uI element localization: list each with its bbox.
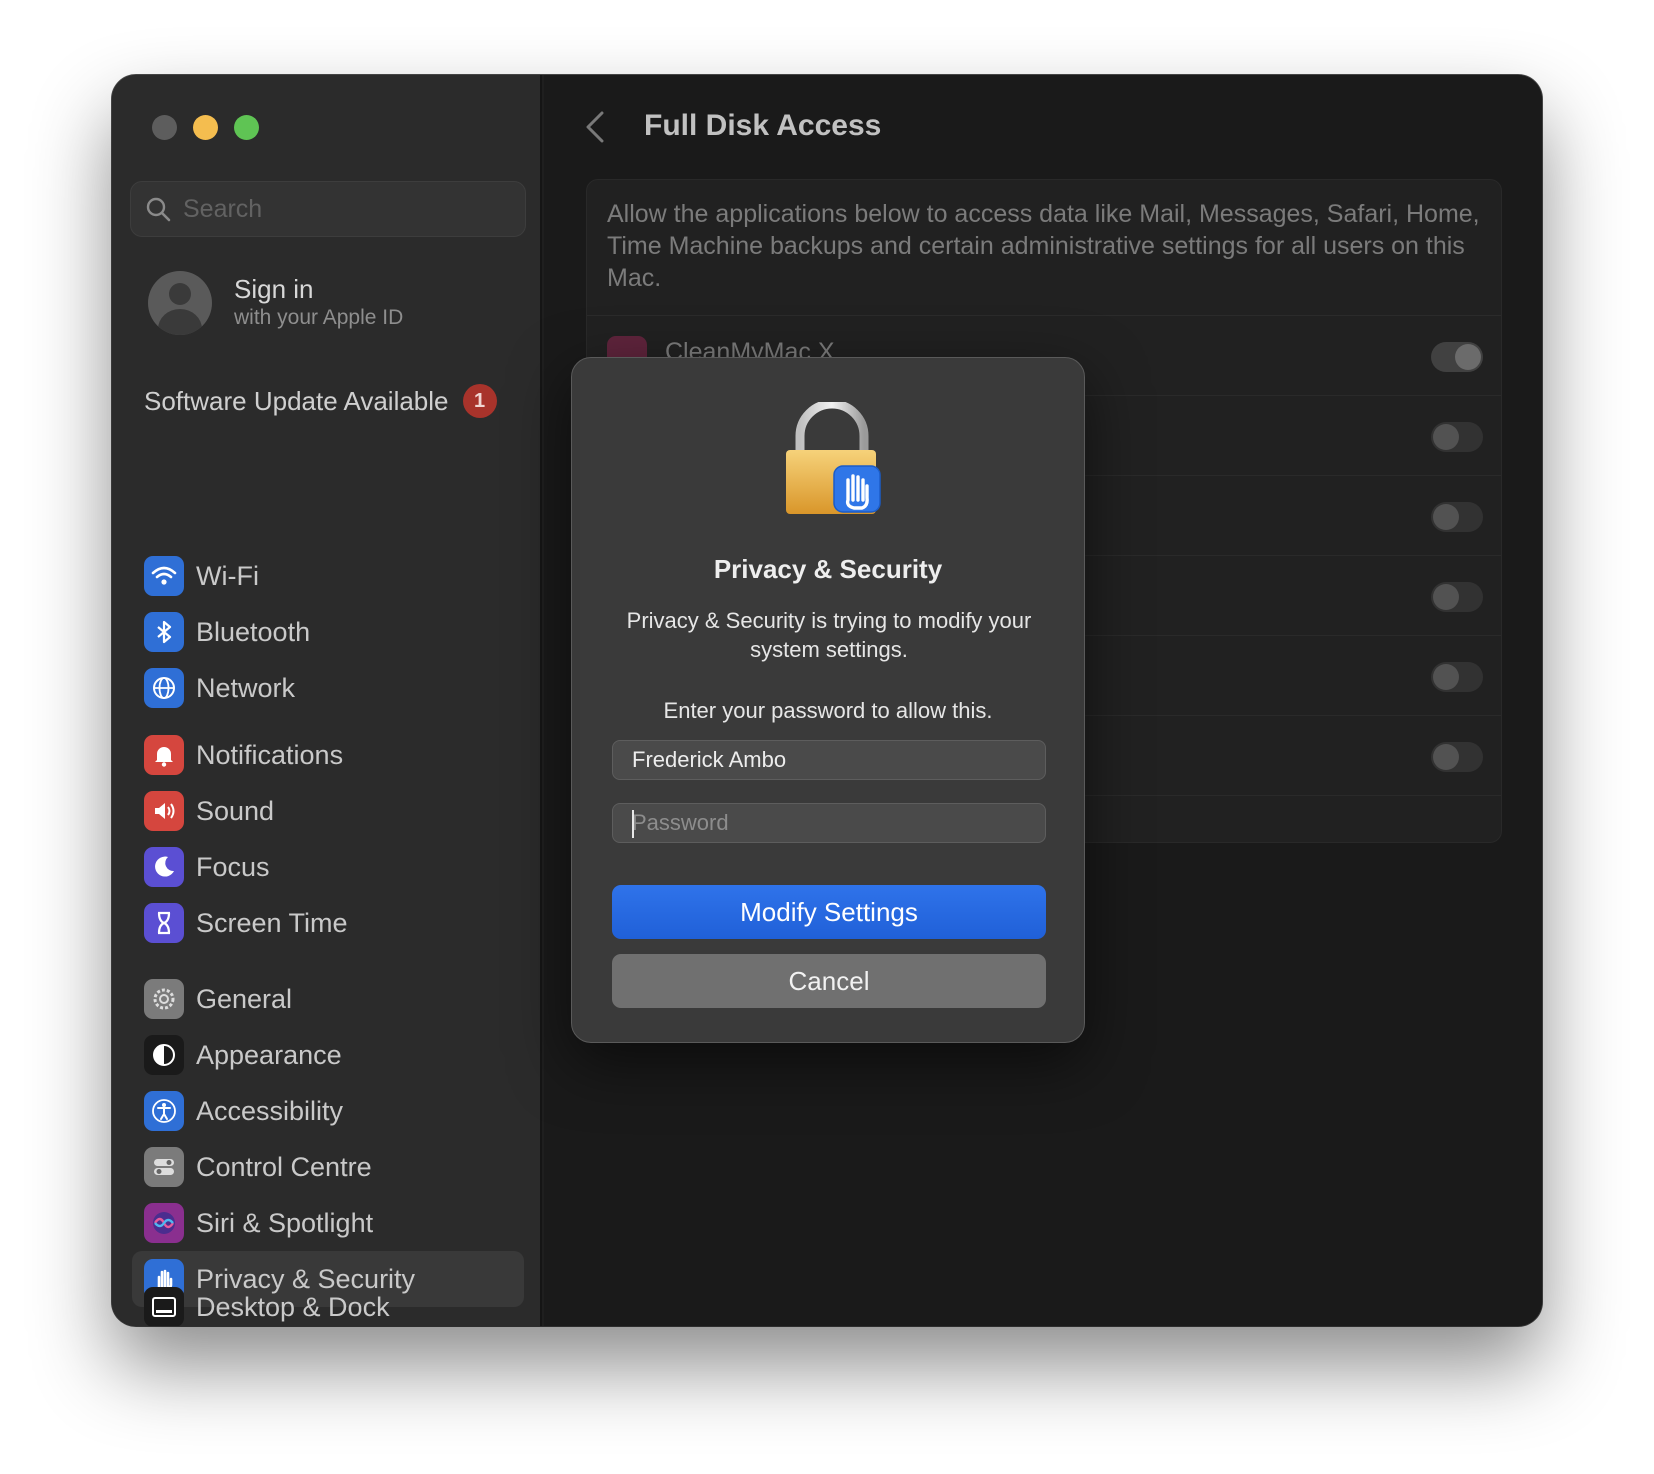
sidebar-item-general[interactable]: General bbox=[132, 971, 524, 1027]
text-cursor bbox=[632, 810, 634, 838]
sidebar-item-network[interactable]: Network bbox=[132, 660, 524, 716]
sidebar-item-label: Control Centre bbox=[196, 1151, 372, 1182]
sidebar-item-sound[interactable]: Sound bbox=[132, 783, 524, 839]
lock-icon bbox=[786, 402, 881, 514]
sidebar-group: Notifications Sound Focus Screen Time bbox=[132, 727, 524, 951]
zoom-button[interactable] bbox=[234, 115, 259, 140]
sidebar-item-label: Bluetooth bbox=[196, 616, 311, 647]
sidebar-item-label: Desktop & Dock bbox=[196, 1291, 390, 1322]
wifi-icon bbox=[144, 556, 184, 596]
password-field[interactable] bbox=[612, 803, 1046, 843]
sidebar-item-label: Notifications bbox=[196, 739, 344, 770]
sidebar-item-label: Wi-Fi bbox=[196, 560, 259, 591]
dialog-message: Privacy & Security is trying to modify y… bbox=[626, 608, 1032, 662]
sidebar-item-siri-spotlight[interactable]: Siri & Spotlight bbox=[132, 1195, 524, 1251]
globe-icon bbox=[144, 668, 184, 708]
dock-icon bbox=[144, 1287, 184, 1326]
signin-subtitle: with your Apple ID bbox=[234, 306, 404, 329]
modify-settings-button[interactable]: Modify Settings bbox=[612, 885, 1046, 939]
cancel-button[interactable]: Cancel bbox=[612, 954, 1046, 1008]
sidebar-item-label: Screen Time bbox=[196, 907, 348, 938]
software-update-item[interactable]: Software Update Available 1 bbox=[144, 384, 497, 418]
dialog-prompt: Enter your password to allow this. bbox=[663, 698, 993, 723]
bluetooth-icon bbox=[144, 612, 184, 652]
sidebar-item-accessibility[interactable]: Accessibility bbox=[132, 1083, 524, 1139]
sidebar-item-focus[interactable]: Focus bbox=[132, 839, 524, 895]
sidebar-item-notifications[interactable]: Notifications bbox=[132, 727, 524, 783]
auth-dialog: Privacy & Security Privacy & Security is… bbox=[571, 357, 1085, 1043]
hourglass-icon bbox=[144, 903, 184, 943]
siri-icon bbox=[144, 1203, 184, 1243]
software-update-label: Software Update Available bbox=[144, 385, 449, 416]
sidebar-group: Wi-Fi Bluetooth Network bbox=[132, 548, 524, 716]
username-field[interactable] bbox=[612, 740, 1046, 780]
dialog-title: Privacy & Security bbox=[713, 554, 943, 584]
minimize-button[interactable] bbox=[193, 115, 218, 140]
appearance-icon bbox=[144, 1035, 184, 1075]
sidebar-item-label: Focus bbox=[196, 851, 270, 882]
sidebar-group: Desktop & Dock bbox=[132, 1279, 524, 1326]
avatar bbox=[148, 271, 212, 335]
sidebar-item-bluetooth[interactable]: Bluetooth bbox=[132, 604, 524, 660]
sidebar-item-appearance[interactable]: Appearance bbox=[132, 1027, 524, 1083]
speaker-icon bbox=[144, 791, 184, 831]
sidebar-group: General Appearance Accessibility Control Ce… bbox=[132, 971, 524, 1307]
sidebar-item-wi-fi[interactable]: Wi-Fi bbox=[132, 548, 524, 604]
update-count-badge: 1 bbox=[462, 384, 497, 418]
sidebar-item-desktop-dock[interactable]: Desktop & Dock bbox=[132, 1279, 524, 1326]
sidebar-item-label: Siri & Spotlight bbox=[196, 1207, 374, 1238]
sidebar-item-label: Accessibility bbox=[196, 1095, 344, 1126]
sidebar-item-screen-time[interactable]: Screen Time bbox=[132, 895, 524, 951]
sidebar: Sign in with your Apple ID Software Upda… bbox=[112, 75, 542, 1326]
moon-icon bbox=[144, 847, 184, 887]
apple-id-signin[interactable]: Sign in with your Apple ID bbox=[148, 271, 403, 335]
sidebar-item-control-centre[interactable]: Control Centre bbox=[132, 1139, 524, 1195]
bell-icon bbox=[144, 735, 184, 775]
gear-icon bbox=[144, 979, 184, 1019]
sidebar-item-label: Network bbox=[196, 672, 296, 703]
close-button[interactable] bbox=[152, 115, 177, 140]
window-controls bbox=[152, 115, 259, 140]
sidebar-item-label: Appearance bbox=[196, 1039, 342, 1070]
signin-title: Sign in bbox=[234, 274, 314, 304]
search-input[interactable] bbox=[183, 194, 503, 224]
accessibility-icon bbox=[144, 1091, 184, 1131]
sidebar-item-label: Sound bbox=[196, 795, 275, 826]
search-field[interactable] bbox=[130, 181, 526, 237]
sidebar-item-label: General bbox=[196, 983, 293, 1014]
search-icon bbox=[146, 197, 171, 222]
control-centre-icon bbox=[144, 1147, 184, 1187]
